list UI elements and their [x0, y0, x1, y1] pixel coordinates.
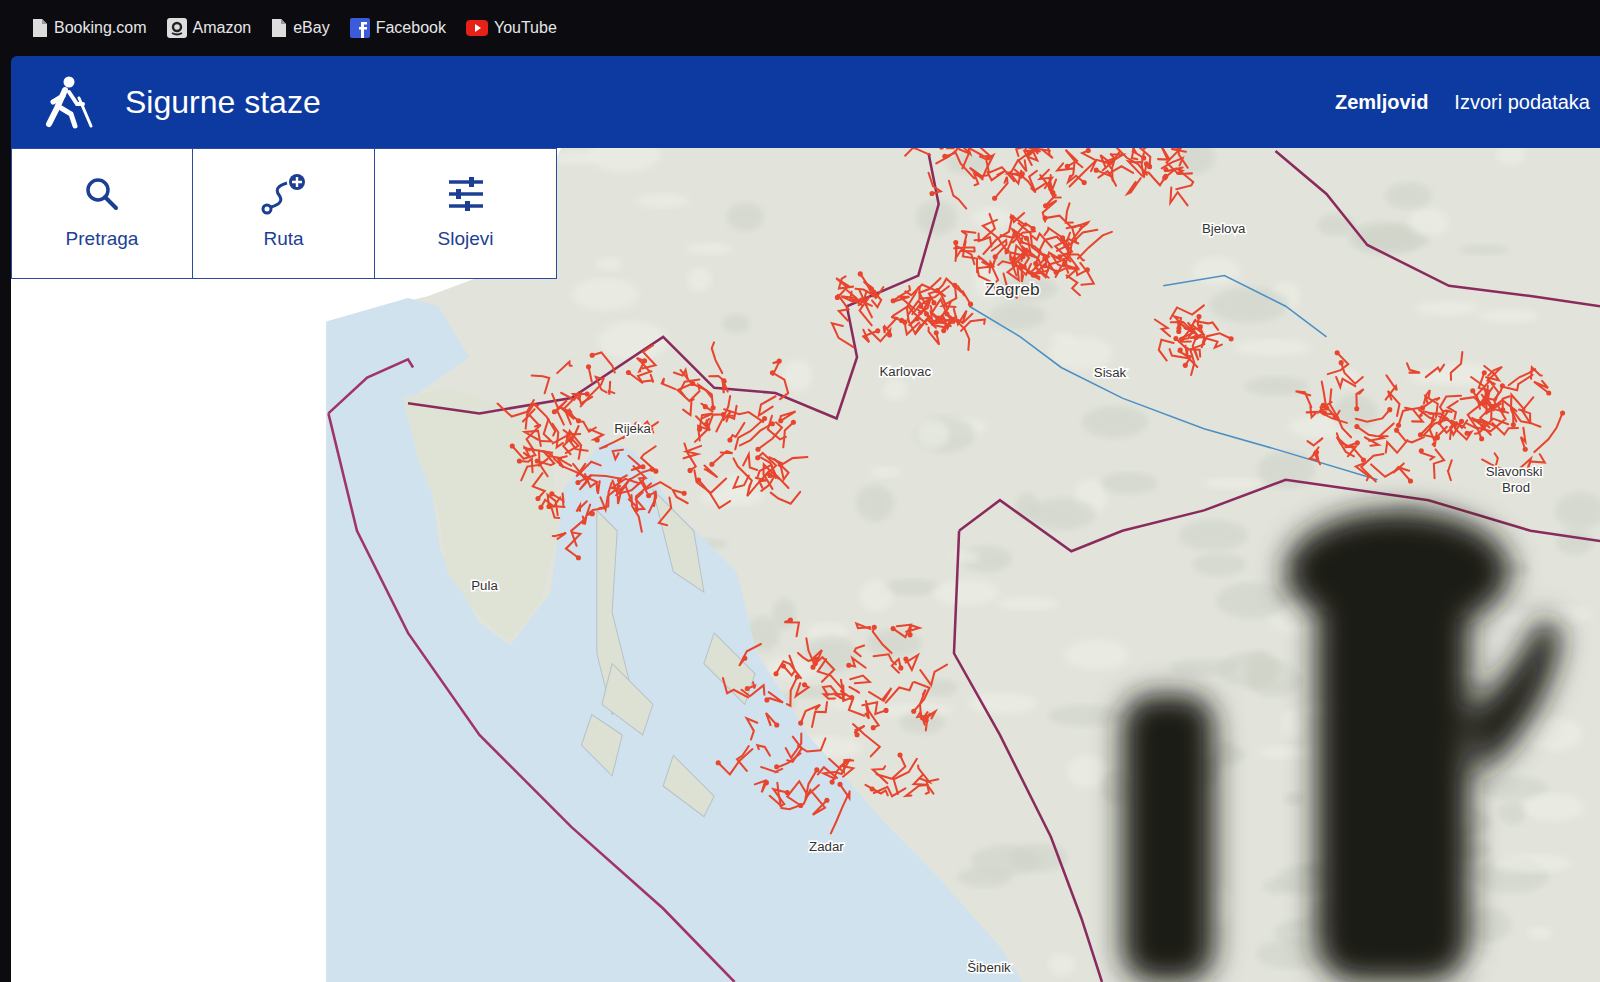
nav-link[interactable]: Zemljovid [1335, 87, 1428, 117]
bookmark-icon [350, 18, 370, 38]
hiker-icon [39, 74, 97, 130]
search-icon [83, 173, 121, 215]
figurine-shadow [1122, 510, 1561, 982]
bookmark-icon [167, 18, 187, 38]
place-label: Šibenik [967, 960, 1011, 975]
bookmark[interactable]: Amazon [167, 16, 252, 40]
bookmark[interactable]: YouTube [466, 16, 557, 40]
toolbar: PretragaRutaSlojevi [11, 148, 557, 279]
tool-button[interactable]: Slojevi [375, 148, 557, 279]
place-label: Zagreb [985, 279, 1040, 299]
place-label: Brod [1502, 480, 1530, 495]
route-icon [261, 173, 307, 215]
sliders-icon [447, 173, 485, 215]
main-nav: Zemljovid Izvori podataka [1335, 87, 1590, 117]
place-label: Pula [471, 578, 498, 593]
bookmark[interactable]: eBay [271, 16, 329, 40]
place-label: Karlovac [879, 364, 931, 379]
place-label: Slavonski [1486, 464, 1543, 479]
place-label: Zadar [809, 839, 844, 854]
bookmark-icon [466, 20, 488, 36]
nav-link[interactable]: Izvori podataka [1454, 87, 1590, 117]
bookmark-icon [271, 18, 287, 38]
app-header: Sigurne staze Zemljovid Izvori podataka [11, 56, 1600, 148]
tool-button[interactable]: Pretraga [11, 148, 193, 279]
place-label: Rijeka [614, 421, 651, 436]
app-title: Sigurne staze [125, 82, 321, 122]
bookmark-icon [32, 18, 48, 38]
bookmark[interactable]: Booking.com [32, 16, 147, 40]
place-label: Sisak [1094, 365, 1127, 380]
bookmarks-bar: Booking.com Amazon eBay Facebook YouTube [0, 0, 1600, 56]
tool-button[interactable]: Ruta [193, 148, 375, 279]
place-label: Bjelova [1202, 221, 1246, 236]
bookmark[interactable]: Facebook [350, 16, 446, 40]
map[interactable]: Bjelova Zagreb Karlovac Sisak Rijeka Pula Slav… [11, 148, 1600, 982]
